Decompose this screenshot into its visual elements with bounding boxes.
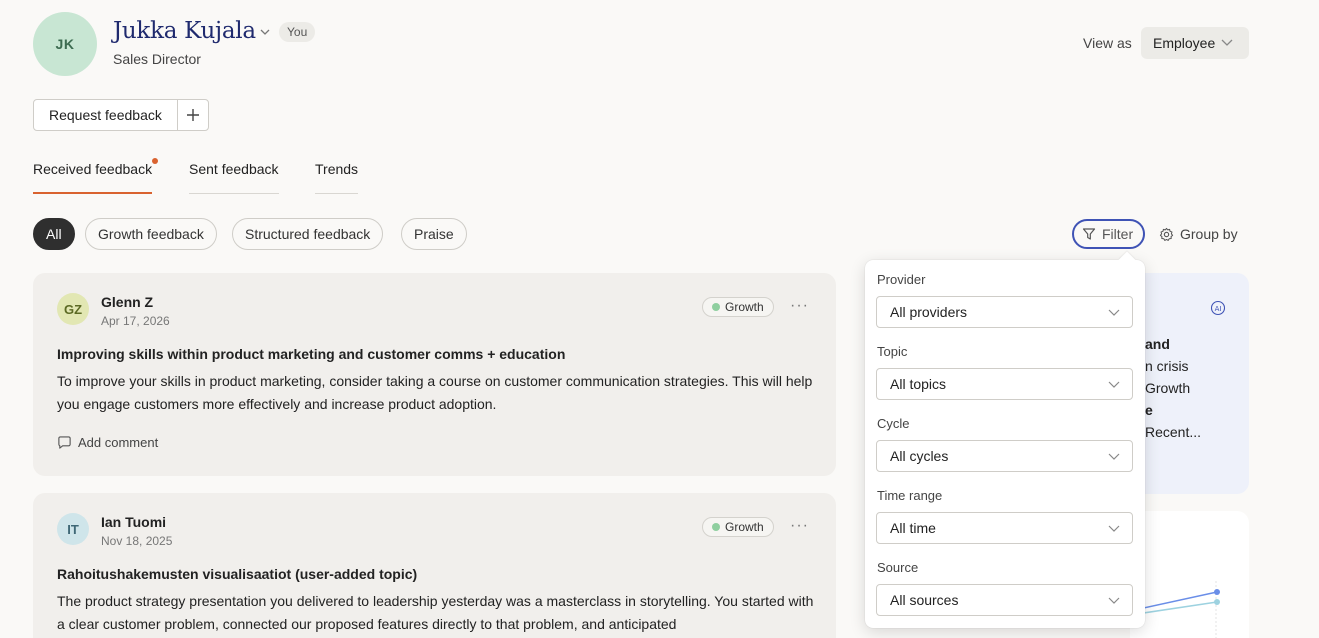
source-select[interactable]: All sources bbox=[876, 584, 1133, 616]
chevron-down-icon bbox=[1221, 39, 1233, 46]
chevron-down-icon bbox=[1108, 597, 1120, 604]
feedback-body: To improve your skills in product market… bbox=[57, 373, 813, 412]
request-feedback-group: Request feedback bbox=[33, 99, 209, 131]
topic-value: All topics bbox=[890, 376, 947, 392]
provider-value: All providers bbox=[890, 304, 968, 320]
chevron-down-icon bbox=[1108, 525, 1120, 532]
author-avatar: IT bbox=[57, 513, 89, 545]
growth-tag: Growth bbox=[702, 297, 774, 317]
feedback-card: GZ Glenn Z Apr 17, 2026 Growth ··· Impro… bbox=[33, 273, 836, 476]
filter-button[interactable]: Filter bbox=[1072, 219, 1145, 249]
tab-received-feedback[interactable]: Received feedback bbox=[33, 158, 159, 194]
author-name: Glenn Z bbox=[101, 294, 154, 310]
gear-icon bbox=[1159, 227, 1174, 241]
tab-trends[interactable]: Trends bbox=[315, 161, 359, 194]
profile-name[interactable]: Jukka Kujala bbox=[113, 18, 256, 44]
svg-text:AI: AI bbox=[1215, 305, 1222, 313]
chip-structured-feedback[interactable]: Structured feedback bbox=[232, 218, 384, 250]
tab-label: Trends bbox=[315, 161, 359, 177]
feedback-title: Improving skills within product marketin… bbox=[57, 346, 566, 362]
group-by-label: Group by bbox=[1180, 226, 1238, 242]
ai-icon[interactable]: AI bbox=[1210, 300, 1226, 316]
cycle-value: All cycles bbox=[890, 448, 949, 464]
feedback-date: Apr 17, 2026 bbox=[101, 314, 170, 328]
side-text-line: and bbox=[1145, 336, 1170, 352]
cycle-select[interactable]: All cycles bbox=[876, 440, 1133, 472]
chip-growth-feedback[interactable]: Growth feedback bbox=[85, 218, 217, 250]
author-avatar: GZ bbox=[57, 293, 89, 325]
add-comment-label: Add comment bbox=[78, 435, 159, 450]
chevron-down-icon bbox=[1108, 309, 1120, 316]
chip-all[interactable]: All bbox=[33, 218, 75, 250]
side-trend-chart bbox=[1129, 511, 1249, 638]
side-text-line: Recent... bbox=[1145, 424, 1202, 440]
notification-dot bbox=[152, 158, 159, 164]
tab-sent-feedback[interactable]: Sent feedback bbox=[189, 161, 279, 194]
feedback-date: Nov 18, 2025 bbox=[101, 534, 173, 548]
comment-icon bbox=[58, 436, 71, 449]
view-as-value: Employee bbox=[1153, 35, 1216, 51]
add-comment-button[interactable]: Add comment bbox=[57, 435, 158, 450]
side-text-line: n crisis bbox=[1145, 358, 1189, 374]
filter-label: Filter bbox=[1102, 226, 1134, 242]
trend-lines bbox=[1129, 581, 1220, 638]
group-by-button[interactable]: Group by bbox=[1159, 226, 1238, 242]
view-as-select[interactable]: Employee bbox=[1141, 27, 1249, 59]
time-range-value: All time bbox=[890, 520, 936, 536]
plus-icon bbox=[186, 109, 199, 121]
feedback-title: Rahoitushakemusten visualisaatiot (user-… bbox=[57, 566, 418, 582]
chevron-down-icon[interactable] bbox=[259, 26, 271, 38]
tab-label: Sent feedback bbox=[189, 161, 279, 177]
request-feedback-button[interactable]: Request feedback bbox=[34, 100, 178, 130]
tab-label: Received feedback bbox=[33, 161, 153, 177]
time-range-select[interactable]: All time bbox=[876, 512, 1133, 544]
filter-icon bbox=[1082, 228, 1096, 240]
chevron-down-icon bbox=[1108, 453, 1120, 460]
profile-avatar: JK bbox=[33, 12, 97, 76]
more-options-button[interactable]: ··· bbox=[790, 297, 809, 315]
provider-select[interactable]: All providers bbox=[876, 296, 1133, 328]
more-options-button[interactable]: ··· bbox=[790, 517, 809, 535]
chip-praise[interactable]: Praise bbox=[401, 218, 467, 250]
feedback-body: The product strategy presentation you de… bbox=[57, 593, 814, 632]
profile-role: Sales Director bbox=[113, 51, 201, 67]
you-badge: You bbox=[279, 22, 316, 42]
chevron-down-icon bbox=[1108, 381, 1120, 388]
provider-label: Provider bbox=[877, 272, 926, 287]
view-as-label: View as bbox=[1083, 35, 1132, 51]
topic-select[interactable]: All topics bbox=[876, 368, 1133, 400]
side-text-line: e bbox=[1145, 402, 1153, 418]
add-button[interactable] bbox=[178, 100, 208, 130]
growth-tag: Growth bbox=[702, 517, 774, 537]
source-value: All sources bbox=[890, 592, 959, 608]
side-text-line: Growth bbox=[1145, 380, 1191, 396]
source-label: Source bbox=[877, 560, 919, 575]
time-range-label: Time range bbox=[877, 488, 943, 503]
filter-popover: Provider All providers Topic All topics … bbox=[865, 260, 1145, 628]
author-name: Ian Tuomi bbox=[101, 514, 167, 530]
feedback-card: IT Ian Tuomi Nov 18, 2025 Growth ··· Rah… bbox=[33, 493, 836, 638]
topic-label: Topic bbox=[877, 344, 908, 359]
cycle-label: Cycle bbox=[877, 416, 910, 431]
